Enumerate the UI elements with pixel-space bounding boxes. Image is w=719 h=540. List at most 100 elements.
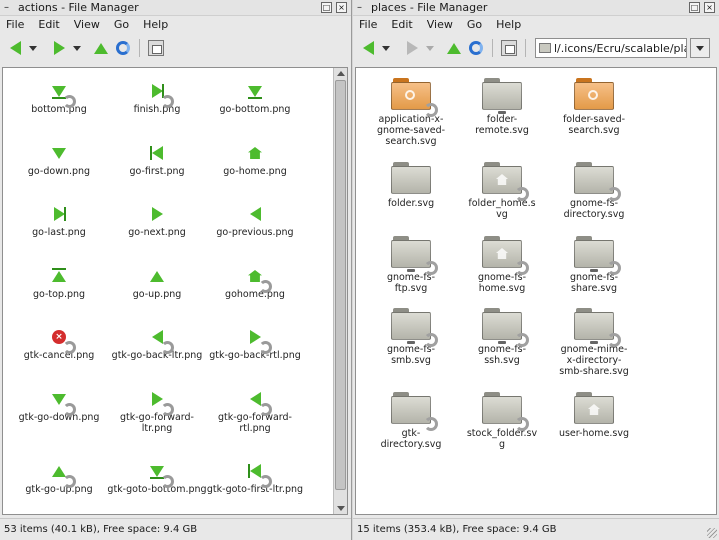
reload-button[interactable] <box>467 39 485 57</box>
file-name-label: gnome-fs-directory.svg <box>563 198 625 220</box>
file-item[interactable]: gtk-directory.svg <box>363 392 459 450</box>
reload-button[interactable] <box>114 39 132 57</box>
back-history-dropdown[interactable] <box>28 39 38 57</box>
menu-edit[interactable]: Edit <box>391 18 412 31</box>
file-item[interactable]: gtk-go-down.png <box>9 388 109 423</box>
file-item[interactable]: go-next.png <box>107 203 207 238</box>
file-item[interactable]: go-top.png <box>9 265 109 300</box>
file-item[interactable]: folder.svg <box>363 162 459 209</box>
file-item[interactable]: go-bottom.png <box>205 80 305 115</box>
menu-help[interactable]: Help <box>496 18 521 31</box>
folder-link-icon <box>391 392 438 431</box>
window-title: actions - File Manager <box>18 1 139 14</box>
back-history-dropdown[interactable] <box>381 39 391 57</box>
scroll-down-arrow-icon[interactable] <box>337 506 345 511</box>
location-bar[interactable]: l/.icons/Ecru/scalable/places <box>535 38 687 58</box>
file-item[interactable]: folder_home.svg <box>454 162 550 220</box>
file-name-label: gtk-goto-first-ltr.png <box>206 484 304 495</box>
file-item[interactable]: × gtk-cancel.png <box>9 326 109 361</box>
file-item[interactable]: gtk-goto-bottom.png <box>107 460 207 495</box>
forward-history-dropdown[interactable] <box>72 39 82 57</box>
forward-arrow-icon <box>53 41 65 55</box>
file-name-label: folder-remote.svg <box>475 114 529 136</box>
reload-icon <box>116 41 130 55</box>
window-menu-icon[interactable]: – <box>357 2 367 13</box>
back-button[interactable] <box>6 39 24 57</box>
menu-go[interactable]: Go <box>467 18 482 31</box>
home-button[interactable] <box>500 39 518 57</box>
file-item[interactable]: finish.png <box>107 80 207 115</box>
file-item[interactable]: go-up.png <box>107 265 207 300</box>
resize-grip[interactable] <box>707 528 717 538</box>
file-item[interactable]: folder-remote.svg <box>454 78 550 136</box>
menu-help[interactable]: Help <box>143 18 168 31</box>
file-item[interactable]: user-home.svg <box>546 392 642 439</box>
file-item[interactable]: gnome-fs-ssh.svg <box>454 308 550 366</box>
go-first-link-icon <box>244 460 272 488</box>
maximize-button[interactable]: □ <box>321 2 332 13</box>
go-next-icon <box>146 203 168 225</box>
up-button[interactable] <box>445 39 463 57</box>
go-bottom-link-icon <box>48 80 76 108</box>
file-name-label: stock_folder.svg <box>466 428 538 450</box>
file-item[interactable]: gnome-fs-ftp.svg <box>363 236 459 294</box>
folder-saved-search-link-icon <box>391 78 438 117</box>
location-history-dropdown[interactable] <box>690 38 710 58</box>
toolbar-separator <box>492 39 493 57</box>
status-text: 53 items (40.1 kB), Free space: 9.4 GB <box>4 524 198 535</box>
back-button[interactable] <box>359 39 377 57</box>
file-item[interactable]: application-x-gnome-saved-search.svg <box>363 78 459 147</box>
icon-view[interactable]: application-x-gnome-saved-search.svg fold… <box>355 67 717 515</box>
file-item[interactable]: go-home.png <box>205 142 305 177</box>
menu-edit[interactable]: Edit <box>38 18 59 31</box>
file-name-label: gtk-go-back-ltr.png <box>111 350 203 361</box>
file-item[interactable]: gnome-fs-share.svg <box>546 236 642 294</box>
title-bar[interactable]: – actions - File Manager □ × <box>0 0 351 16</box>
file-name-label: application-x-gnome-saved-search.svg <box>376 114 446 147</box>
file-item[interactable]: go-first.png <box>107 142 207 177</box>
go-bottom-link-icon <box>146 460 174 488</box>
menu-file[interactable]: File <box>359 18 377 31</box>
file-item[interactable]: go-last.png <box>9 203 109 238</box>
menu-view[interactable]: View <box>427 18 453 31</box>
close-button[interactable]: × <box>704 2 715 13</box>
menu-file[interactable]: File <box>6 18 24 31</box>
chevron-down-icon <box>73 45 81 51</box>
file-item[interactable]: gtk-go-forward-ltr.png <box>107 388 207 434</box>
close-button[interactable]: × <box>336 2 347 13</box>
forward-button[interactable] <box>50 39 68 57</box>
maximize-button[interactable]: □ <box>689 2 700 13</box>
icon-view[interactable]: bottom.png finish.png go-bottom.png go-down… <box>2 67 348 515</box>
menu-view[interactable]: View <box>74 18 100 31</box>
home-button[interactable] <box>147 39 165 57</box>
forward-arrow-icon <box>406 41 418 55</box>
file-item[interactable]: folder-saved-search.svg <box>546 78 642 136</box>
file-item[interactable]: gtk-go-forward-rtl.png <box>205 388 305 434</box>
file-item[interactable]: go-previous.png <box>205 203 305 238</box>
file-item[interactable]: gtk-go-back-ltr.png <box>107 326 207 361</box>
file-item[interactable]: gtk-go-back-rtl.png <box>205 326 305 361</box>
title-bar[interactable]: – places - File Manager □ × <box>353 0 719 16</box>
go-previous-link-icon <box>146 326 174 354</box>
file-item[interactable]: gnome-fs-home.svg <box>454 236 550 294</box>
file-name-label: gtk-cancel.png <box>23 350 95 361</box>
file-name-label: gtk-go-back-rtl.png <box>209 350 301 361</box>
file-item[interactable]: gohome.png <box>205 265 305 300</box>
up-button[interactable] <box>92 39 110 57</box>
file-item[interactable]: gnome-mime-x-directory-smb-share.svg <box>546 308 642 377</box>
window-menu-icon[interactable]: – <box>4 2 14 13</box>
file-item[interactable]: go-down.png <box>9 142 109 177</box>
file-item[interactable]: gnome-fs-directory.svg <box>546 162 642 220</box>
scroll-up-arrow-icon[interactable] <box>337 71 345 76</box>
file-name-label: gohome.png <box>225 289 285 300</box>
scrollbar-thumb[interactable] <box>335 80 346 490</box>
file-item[interactable]: stock_folder.svg <box>454 392 550 450</box>
file-item[interactable]: gtk-goto-first-ltr.png <box>205 460 305 495</box>
menu-go[interactable]: Go <box>114 18 129 31</box>
file-item[interactable]: bottom.png <box>9 80 109 115</box>
go-previous-icon <box>244 203 266 225</box>
file-item[interactable]: gnome-fs-smb.svg <box>363 308 459 366</box>
file-item[interactable]: gtk-go-up.png <box>9 460 109 495</box>
home-folder-icon <box>148 40 164 56</box>
vertical-scrollbar[interactable] <box>333 68 347 514</box>
